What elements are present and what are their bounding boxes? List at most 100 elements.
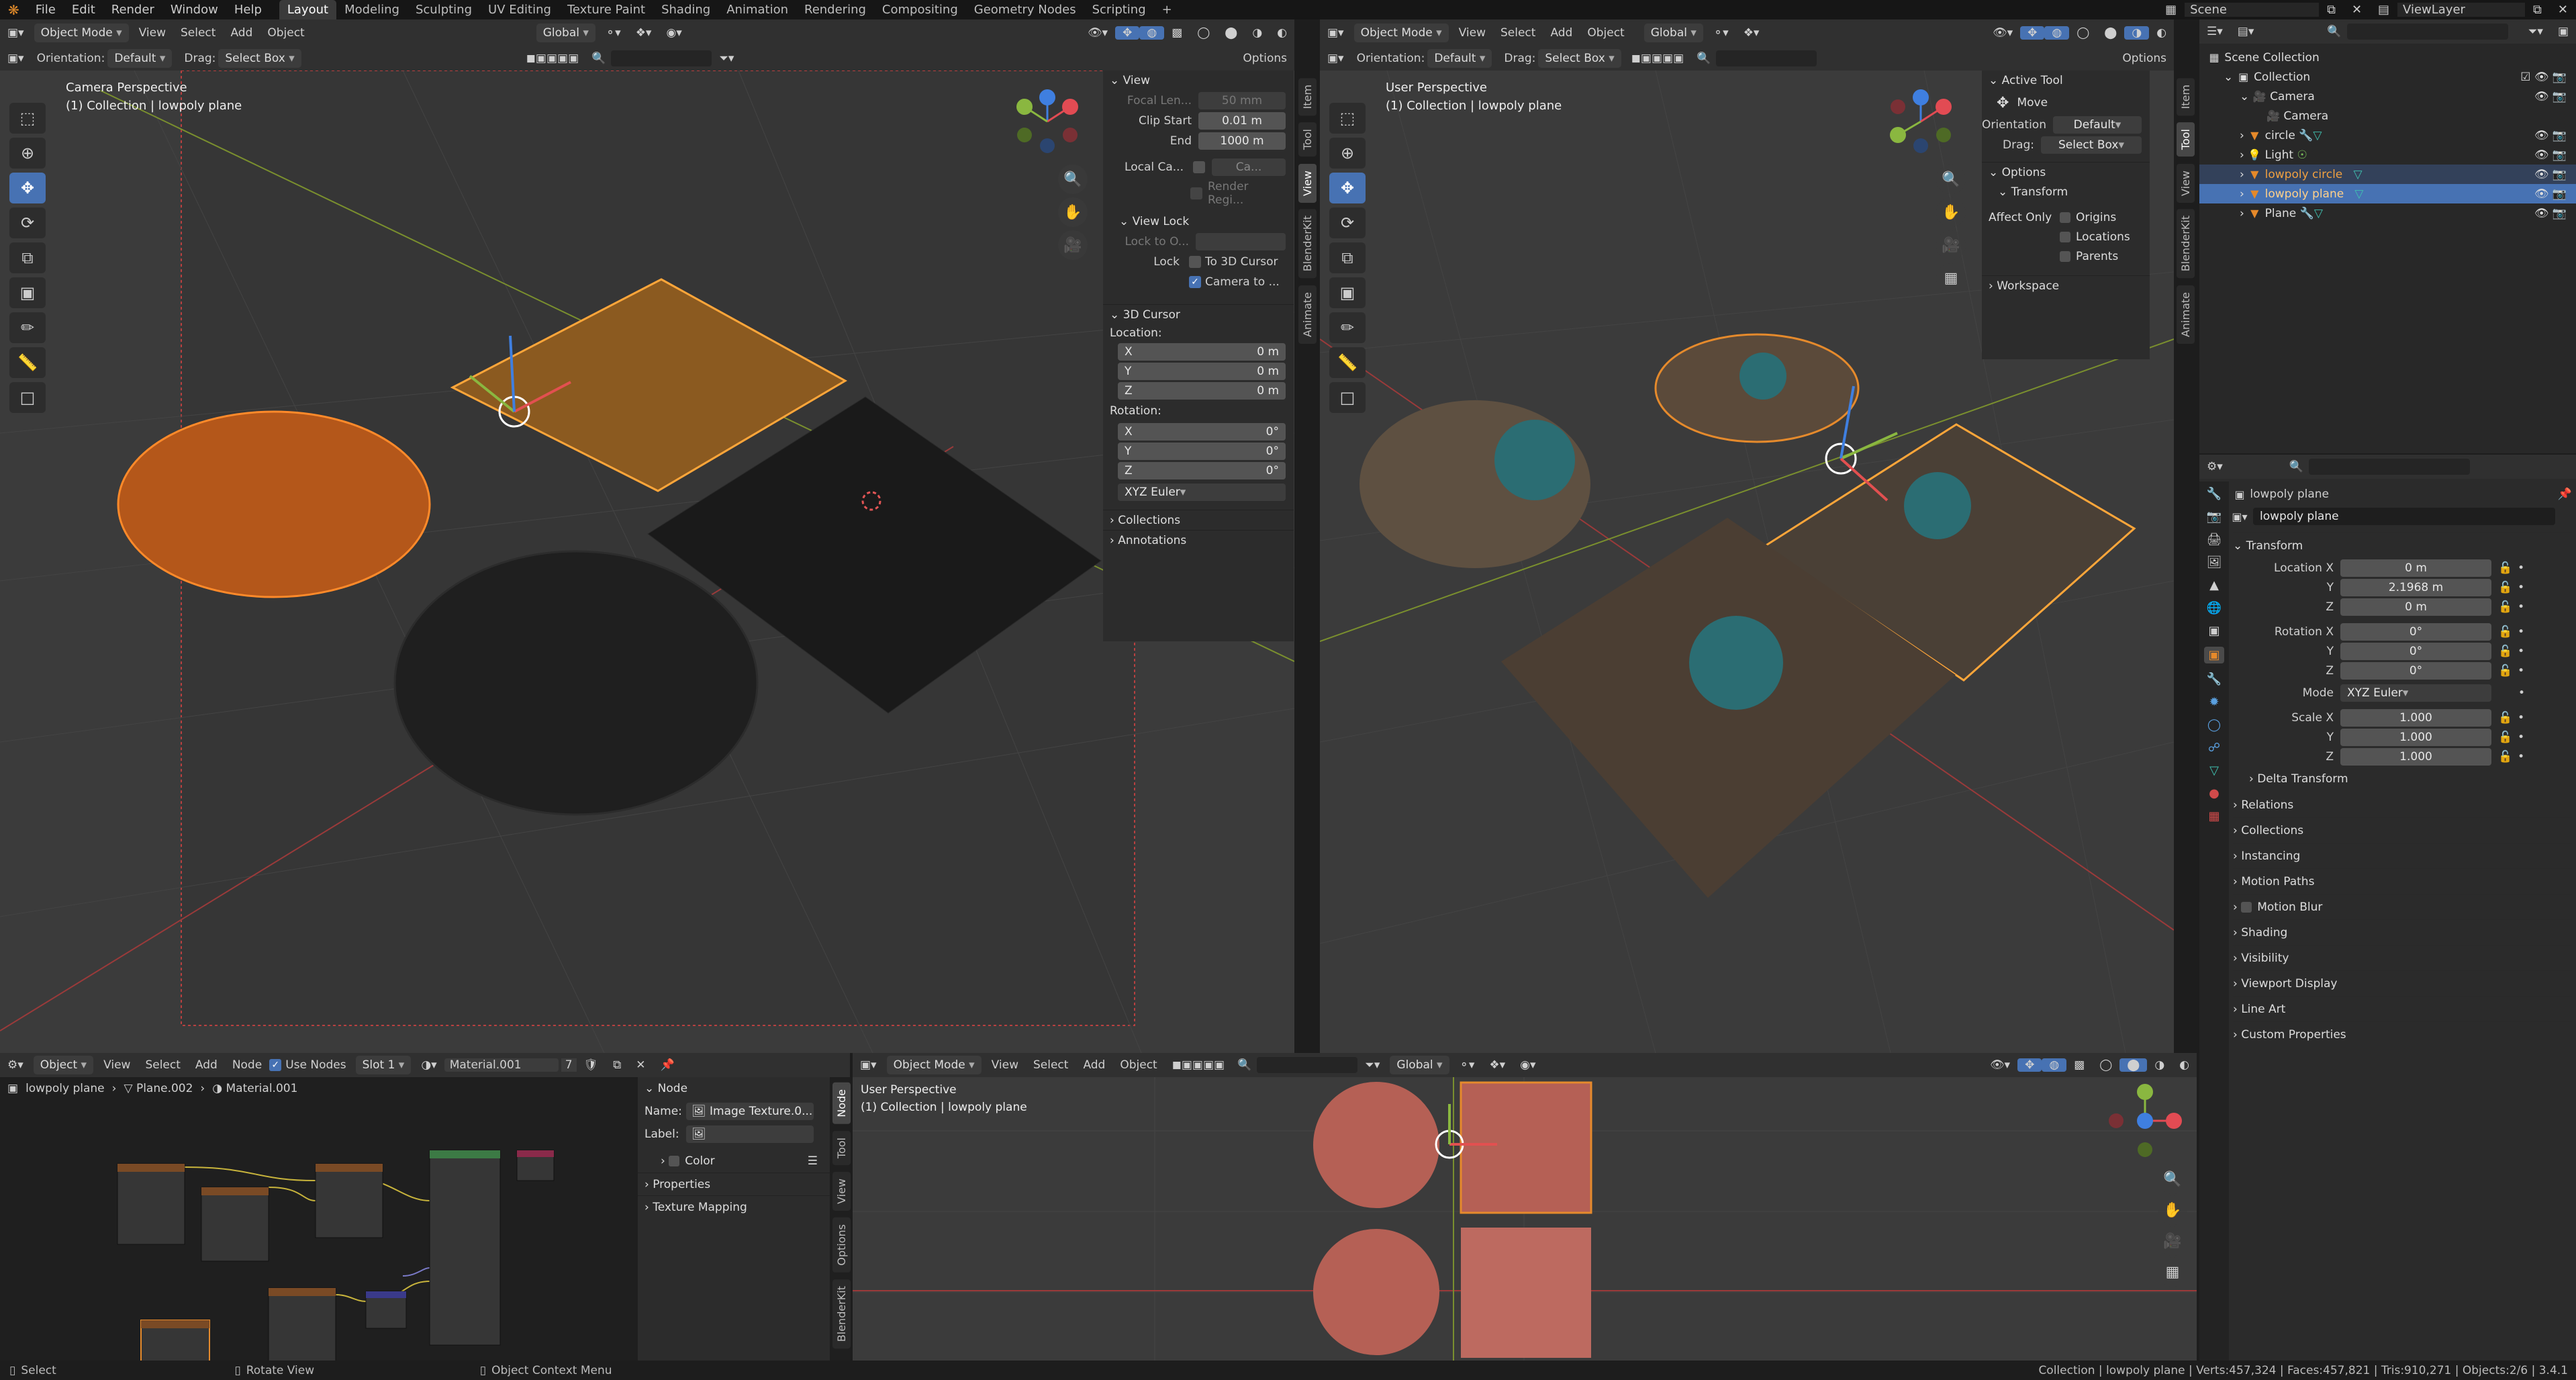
ortho-toggle-icon[interactable]: ▦: [2158, 1257, 2187, 1287]
keyframe-icon[interactable]: •: [2518, 645, 2524, 658]
workspace-panel-header[interactable]: › Workspace: [1982, 275, 2150, 295]
add-workspace-button[interactable]: +: [1154, 0, 1180, 19]
object-name-field[interactable]: lowpoly plane: [2253, 508, 2555, 525]
texture-mapping-header[interactable]: › Texture Mapping: [638, 1195, 830, 1218]
camera-view-icon[interactable]: 🎥: [1058, 230, 1088, 260]
row-toggles[interactable]: 👁 📷: [2534, 187, 2567, 201]
shading-rendered-icon[interactable]: ◐: [1270, 26, 1294, 40]
shading-material-icon[interactable]: ◑: [1245, 26, 1270, 40]
tab-item[interactable]: Item: [1298, 78, 1317, 116]
shading-solid-icon[interactable]: ⬤: [2097, 26, 2124, 40]
lock-icon[interactable]: 🔓: [2498, 581, 2512, 594]
rotation-z-field[interactable]: 0°: [2340, 661, 2491, 680]
keyframe-icon[interactable]: •: [2518, 711, 2524, 725]
use-nodes-checkbox[interactable]: ✓: [269, 1059, 282, 1071]
shading-solid-icon[interactable]: ⬤: [2119, 1058, 2148, 1072]
menu-object[interactable]: Object: [1580, 26, 1631, 40]
proportional-edit-icon[interactable]: ◉▾: [659, 26, 689, 40]
rotation-x-field[interactable]: 0°: [2340, 623, 2491, 641]
tool-drag-dropdown[interactable]: Select Box: [2041, 136, 2142, 154]
fake-user-icon[interactable]: 🛡: [577, 1058, 606, 1072]
visibility-header[interactable]: › Visibility: [2233, 945, 2572, 970]
viewlayer-close-icon[interactable]: ✕: [2550, 3, 2576, 17]
navigation-gizmo[interactable]: [1014, 88, 1081, 155]
view-panel-header[interactable]: ⌄ View: [1103, 71, 1294, 91]
local-camera-field[interactable]: Ca...: [1212, 158, 1286, 176]
camera-view-icon[interactable]: 🎥: [1936, 230, 1966, 260]
render-properties-icon[interactable]: 📷: [2207, 510, 2222, 524]
pan-hand-icon[interactable]: ✋: [1936, 197, 1966, 227]
tab-item[interactable]: Item: [2176, 78, 2195, 116]
menu-render[interactable]: Render: [103, 3, 162, 17]
shading-wireframe-icon[interactable]: ◯: [2092, 1058, 2119, 1072]
color-subpanel-header[interactable]: › Color ☰: [638, 1150, 830, 1172]
lock-icon[interactable]: 🔓: [2498, 625, 2512, 639]
scene-selector[interactable]: Scene: [2185, 3, 2320, 17]
editor-type-icon[interactable]: ▣▾: [0, 26, 32, 40]
data-properties-icon[interactable]: ▽: [2209, 764, 2219, 778]
locations-checkbox[interactable]: [2060, 231, 2070, 242]
move-tool-icon[interactable]: ✥: [1329, 173, 1366, 203]
camera-to-view-checkbox[interactable]: ✓: [1189, 276, 1201, 288]
tab-compositing[interactable]: Compositing: [874, 0, 966, 19]
scale-y-field[interactable]: 1.000: [2340, 728, 2491, 746]
node-tree-type-dropdown[interactable]: Object: [33, 1056, 94, 1074]
select-mode-icons[interactable]: ◼▣▣▣▣: [519, 52, 586, 65]
xray-toggle-icon[interactable]: ▩: [2066, 1058, 2092, 1072]
menu-view[interactable]: View: [96, 1058, 138, 1072]
relations-header[interactable]: › Relations: [2233, 792, 2572, 817]
transform-tool-icon[interactable]: ▣: [9, 277, 46, 308]
line-art-header[interactable]: › Line Art: [2233, 996, 2572, 1021]
rotation-y-field[interactable]: 0°: [2340, 642, 2491, 660]
lock-icon[interactable]: 🔓: [2498, 561, 2512, 575]
tab-animation[interactable]: Animation: [718, 0, 796, 19]
texture-properties-icon[interactable]: ▦: [2208, 809, 2220, 823]
visibility-icon[interactable]: 👁▾: [1985, 26, 2020, 40]
object-type-icon[interactable]: ▣▾: [2232, 510, 2247, 523]
properties-subpanel-header[interactable]: › Properties: [638, 1172, 830, 1195]
outliner-row-circle[interactable]: › ▼ circle 🔧 ▽ 👁 📷: [2199, 126, 2576, 145]
keyframe-icon[interactable]: •: [2518, 750, 2524, 764]
tab-options[interactable]: Options: [832, 1217, 851, 1273]
menu-help[interactable]: Help: [226, 3, 270, 17]
xray-toggle-icon[interactable]: ▩: [1164, 26, 1190, 40]
render-region-checkbox[interactable]: [1190, 187, 1202, 199]
lock-icon[interactable]: 🔓: [2498, 711, 2512, 725]
cursor-rot-y-field[interactable]: Y 0°: [1118, 442, 1286, 460]
shading-header[interactable]: › Shading: [2233, 919, 2572, 945]
options-dropdown[interactable]: Options: [1235, 52, 1294, 65]
transform-orientation-dropdown[interactable]: Global: [1643, 24, 1703, 42]
viewlayer-copy-icon[interactable]: ⧉: [2525, 3, 2550, 17]
select-tool-icon[interactable]: ⬚: [9, 103, 46, 134]
slot-dropdown[interactable]: Slot 1: [355, 1056, 412, 1074]
filter-icon[interactable]: ⏷▾: [1357, 1058, 1387, 1072]
overlays-toggle-icon[interactable]: ◍: [2044, 26, 2070, 40]
pin-icon[interactable]: 📌: [653, 1058, 682, 1072]
right-3d-viewport[interactable]: ⬚ ⊕ ✥ ⟳ ⧉ ▣ ✏ 📏 □ User Perspective (1) C…: [1320, 71, 2174, 1053]
tab-view[interactable]: View: [832, 1171, 851, 1211]
tab-blenderkit[interactable]: BlenderKit: [1298, 209, 1317, 279]
unlink-material-icon[interactable]: ✕: [628, 1058, 653, 1072]
visibility-icon[interactable]: 👁▾: [1080, 26, 1115, 40]
pivot-icon[interactable]: ⚬▾: [1706, 26, 1736, 40]
cursor-loc-y-field[interactable]: Y0 m: [1118, 362, 1286, 380]
breadcrumb-material[interactable]: Material.001: [226, 1082, 297, 1095]
options-panel-header[interactable]: ⌄ Options: [1982, 162, 2150, 182]
color-presets-icon[interactable]: ☰: [808, 1154, 830, 1168]
local-camera-checkbox[interactable]: [1193, 161, 1205, 173]
transform-panel-header[interactable]: ⌄ Transform: [2233, 533, 2572, 558]
orientation-dropdown[interactable]: Default: [1427, 49, 1492, 68]
color-checkbox[interactable]: [669, 1156, 680, 1166]
outliner-row-collection[interactable]: ⌄ ▣ Collection ☑ 👁 📷: [2199, 67, 2576, 87]
tab-tool[interactable]: Tool: [1298, 122, 1317, 157]
lock-icon[interactable]: 🔓: [2498, 600, 2512, 614]
editor-type-icon[interactable]: ☰▾: [2199, 25, 2230, 38]
outliner-row-lowpoly-circle[interactable]: › ▼ lowpoly circle ▽ 👁 📷: [2199, 165, 2576, 184]
viewlayer-selector[interactable]: ViewLayer: [2397, 3, 2526, 17]
lock-icon[interactable]: 🔓: [2498, 750, 2512, 764]
tab-animate[interactable]: Animate: [1298, 285, 1317, 344]
editor-type-icon[interactable]: ▣▾: [1320, 26, 1351, 40]
material-properties-icon[interactable]: ●: [2209, 786, 2220, 800]
outliner-row-lowpoly-plane[interactable]: › ▼ lowpoly plane ▽ 👁 📷: [2199, 184, 2576, 203]
tab-shading[interactable]: Shading: [653, 0, 718, 19]
